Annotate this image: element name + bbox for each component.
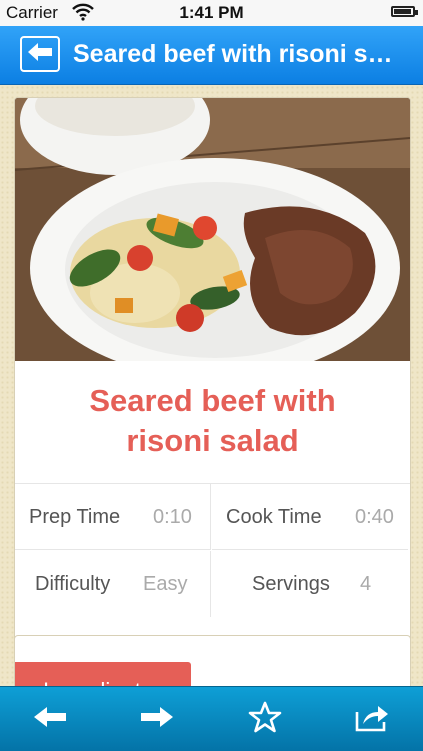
recipe-title-line-2: risoni salad	[126, 423, 299, 458]
status-bar: Carrier 1:41 PM	[0, 0, 423, 26]
ingredients-card: Ingredients	[14, 635, 411, 686]
recipe-title: Seared beef with risoni salad	[15, 381, 410, 461]
difficulty-value: Easy	[143, 573, 188, 595]
browser-forward-button[interactable]	[137, 699, 177, 739]
ingredients-tab[interactable]: Ingredients	[15, 662, 191, 686]
share-icon	[354, 702, 390, 737]
status-time: 1:41 PM	[179, 3, 244, 22]
ingredients-tab-label: Ingredients	[43, 678, 152, 686]
recipe-card: Seared beef with risoni salad Prep Time …	[14, 97, 411, 686]
prep-time-cell: Prep Time 0:10	[15, 484, 211, 550]
recipe-info-grid: Prep Time 0:10 Cook Time 0:40 Difficulty…	[15, 483, 410, 618]
back-arrow-icon	[27, 42, 53, 67]
recipe-title-line-1: Seared beef with	[89, 383, 336, 418]
recipe-scroll-view[interactable]: Seared beef with risoni salad Prep Time …	[0, 85, 423, 686]
back-button[interactable]	[20, 36, 60, 72]
bottom-toolbar	[0, 686, 423, 751]
servings-label: Servings	[252, 573, 330, 595]
difficulty-cell: Difficulty Easy	[15, 551, 211, 617]
cook-time-label: Cook Time	[226, 506, 322, 528]
battery-icon	[391, 6, 418, 17]
servings-cell: Servings 4	[212, 551, 408, 617]
nav-title: Seared beef with risoni salad	[73, 40, 403, 68]
navigation-bar: Seared beef with risoni salad	[0, 26, 423, 85]
cook-time-cell: Cook Time 0:40	[212, 484, 408, 550]
star-icon	[248, 701, 282, 738]
share-button[interactable]	[352, 699, 392, 739]
forward-arrow-icon	[140, 705, 174, 734]
favorite-button[interactable]	[245, 699, 285, 739]
recipe-photo	[15, 98, 410, 378]
browser-back-button[interactable]	[30, 699, 70, 739]
prep-time-value: 0:10	[153, 506, 192, 528]
prep-time-label: Prep Time	[29, 506, 121, 528]
cook-time-value: 0:40	[355, 506, 394, 528]
difficulty-label: Difficulty	[35, 573, 111, 595]
servings-value: 4	[360, 573, 372, 595]
back-arrow-icon	[33, 705, 67, 734]
